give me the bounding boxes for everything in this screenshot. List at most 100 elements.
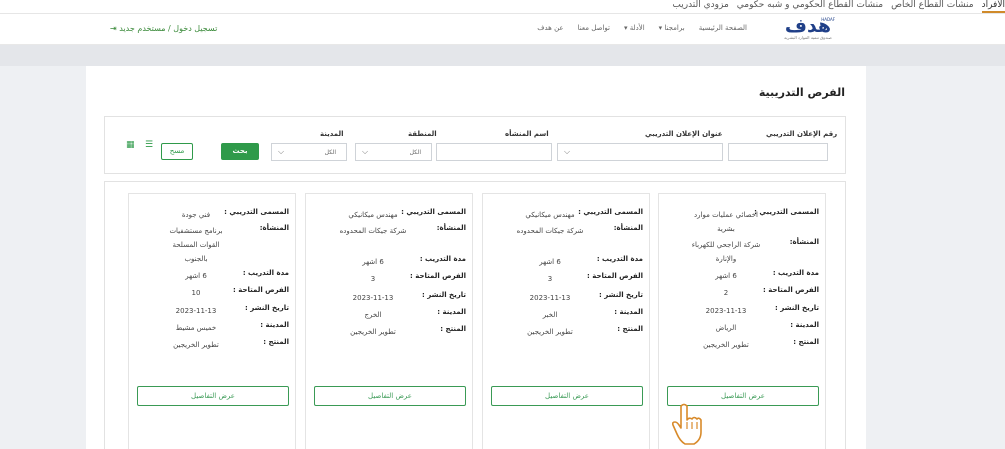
card-field-city-label: المدينة :: [790, 321, 819, 329]
card-field-seats-label: الفرص المتاحة :: [409, 272, 466, 280]
card-field-title-label: المسمى التدريبي :: [754, 208, 819, 216]
card-field-date-value: 2023-11-13: [175, 307, 217, 315]
chevron-down-icon: ⌵: [278, 147, 285, 156]
top-bar: الأفراد منشآت القطاع الخاص منشآت القطاع …: [0, 0, 1005, 14]
card-field-title-value: اخصائي عمليات موارد بشرية: [694, 211, 758, 233]
nav-item-home[interactable]: الصفحة الرئيسية: [699, 24, 747, 32]
card-field-duration-label: مدة التدريب :: [419, 255, 466, 263]
card-field-org-value: برنامج مستشفيات القوات المسلحة بالجنوب: [169, 227, 223, 263]
org-name-label: اسم المنشأه: [505, 130, 549, 138]
ad-number-label: رقم الإعلان التدريبي: [766, 130, 838, 138]
chevron-down-icon: ⌵: [362, 147, 369, 156]
card-field-org-label: المنشأة:: [436, 224, 466, 232]
card-field-org-value: شركة جيكات المحدوده: [339, 227, 407, 235]
card-field-duration-value: 6 اشهر: [715, 272, 737, 280]
card-field-title-value: مهندس ميكانيكي: [348, 211, 398, 219]
nav-item-guides-label: الأدلة: [629, 24, 645, 32]
nav-item-contact[interactable]: تواصل معنا: [578, 24, 610, 32]
card-field-title-label: المسمى التدريبي :: [578, 208, 643, 216]
nav-item-about[interactable]: عن هدف: [537, 24, 563, 32]
login-link[interactable]: ⇥ تسجيل دخول / مستخدم جديد: [110, 24, 217, 33]
card-field-seats-value: 10: [191, 289, 201, 297]
card-field-seats-label: الفرص المتاحة :: [232, 286, 289, 294]
card-field-org-label: المنشأة:: [259, 224, 289, 232]
view-details-button[interactable]: عرض التفاصيل: [314, 386, 466, 406]
org-name-input[interactable]: [436, 143, 552, 161]
card-field-date-label: تاريخ النشر :: [422, 291, 466, 299]
card-field-product-value: تطوير الخريجين: [703, 341, 749, 349]
card-field-title-label: المسمى التدريبي :: [401, 208, 466, 216]
ad-number-input[interactable]: [728, 143, 828, 161]
audience-links: الأفراد منشآت القطاع الخاص منشآت القطاع …: [672, 0, 1005, 13]
card-field-org-label: المنشأة:: [789, 238, 819, 246]
logo-tag: HADAF: [821, 17, 835, 22]
card-field-title-value: مهندس ميكانيكي: [525, 211, 575, 219]
audience-link-training-providers[interactable]: مزودي التدريب: [672, 0, 728, 13]
clear-button[interactable]: مسح: [161, 143, 193, 160]
main-nav: الصفحة الرئيسية برامجنا ▾ الأدلة ▾ تواصل…: [537, 24, 747, 32]
card-field-org-label: المنشأة:: [613, 224, 643, 232]
card-field-product-value: تطوير الخريجين: [173, 341, 219, 349]
site-header: HADAF هدف صندوق تنمية الموارد البشرية ال…: [0, 15, 1005, 45]
view-details-button[interactable]: عرض التفاصيل: [491, 386, 643, 406]
hand-cursor-icon: [672, 403, 702, 445]
card-field-title-value: فني جودة: [181, 211, 211, 219]
audience-link-individuals[interactable]: الأفراد: [981, 0, 1005, 13]
list-view-icon[interactable]: ☰: [145, 140, 153, 150]
training-card: المسمى التدريبي : مهندس ميكانيكي المنشأة: ش…: [305, 193, 473, 449]
card-field-product-value: تطوير الخريجين: [350, 328, 396, 336]
card-field-city-value: الخبر: [542, 311, 558, 319]
grid-view-icon[interactable]: ▦: [126, 140, 135, 150]
card-field-date-value: 2023-11-13: [352, 294, 394, 302]
card-field-date-value: 2023-11-13: [529, 294, 571, 302]
audience-link-government-sector[interactable]: منشآت القطاع الحكومي و شبه حكومي: [737, 0, 883, 13]
card-field-seats-label: الفرص المتاحة :: [762, 286, 819, 294]
card-field-city-value: الخرج: [364, 311, 382, 319]
card-field-city-label: المدينة :: [437, 308, 466, 316]
page-banner-strip: [0, 45, 1005, 66]
logo-subtitle: صندوق تنمية الموارد البشرية: [784, 35, 832, 40]
card-field-seats-value: 3: [547, 275, 553, 283]
card-field-date-label: تاريخ النشر :: [775, 304, 819, 312]
card-field-city-label: المدينة :: [260, 321, 289, 329]
card-field-date-label: تاريخ النشر :: [245, 304, 289, 312]
city-label: المدينة: [320, 130, 344, 138]
card-field-seats-label: الفرص المتاحة :: [586, 272, 643, 280]
login-icon: ⇥: [110, 24, 117, 33]
card-field-duration-label: مدة التدريب :: [772, 269, 819, 277]
card-field-date-value: 2023-11-13: [705, 307, 747, 315]
card-field-duration-value: 6 اشهر: [362, 258, 384, 266]
hadaf-logo[interactable]: HADAF هدف صندوق تنمية الموارد البشرية: [777, 17, 839, 43]
card-field-seats-value: 2: [723, 289, 729, 297]
training-card: المسمى التدريبي : فني جودة المنشأة: برنامج …: [128, 193, 296, 449]
card-field-seats-value: 3: [370, 275, 376, 283]
card-field-product-label: المنتج :: [617, 325, 643, 333]
card-field-city-value: الرياض: [715, 324, 737, 332]
audience-link-private-sector[interactable]: منشآت القطاع الخاص: [891, 0, 973, 13]
chevron-down-icon: ⌵: [564, 147, 571, 156]
search-button[interactable]: بحث: [221, 143, 259, 160]
ad-title-label: عنوان الإعلان التدريبي: [645, 130, 723, 138]
card-field-product-label: المنتج :: [440, 325, 466, 333]
card-field-org-value: شركة الراجحي للكهرباء والإنارة: [691, 241, 761, 263]
region-label: المنطقة: [408, 130, 437, 138]
view-details-button[interactable]: عرض التفاصيل: [137, 386, 289, 406]
nav-item-guides[interactable]: الأدلة ▾: [624, 24, 645, 32]
login-label: تسجيل دخول / مستخدم جديد: [119, 24, 218, 33]
card-field-product-label: المنتج :: [263, 338, 289, 346]
card-field-product-value: تطوير الخريجين: [527, 328, 573, 336]
page-title: الفرص التدريبية: [758, 86, 845, 99]
card-field-duration-value: 6 اشهر: [539, 258, 561, 266]
city-select[interactable]: الكل ⌵: [271, 143, 347, 161]
nav-item-programs[interactable]: برامجنا ▾: [659, 24, 685, 32]
city-select-value: الكل: [324, 149, 336, 156]
card-field-duration-value: 6 اشهر: [185, 272, 207, 280]
card-field-city-value: خميس مشيط: [175, 324, 217, 332]
card-field-date-label: تاريخ النشر :: [599, 291, 643, 299]
region-select-value: الكل: [409, 149, 421, 156]
region-select[interactable]: الكل ⌵: [355, 143, 432, 161]
card-field-duration-label: مدة التدريب :: [242, 269, 289, 277]
nav-item-programs-label: برامجنا: [664, 24, 685, 32]
card-field-duration-label: مدة التدريب :: [596, 255, 643, 263]
ad-title-select[interactable]: ⌵: [557, 143, 723, 161]
